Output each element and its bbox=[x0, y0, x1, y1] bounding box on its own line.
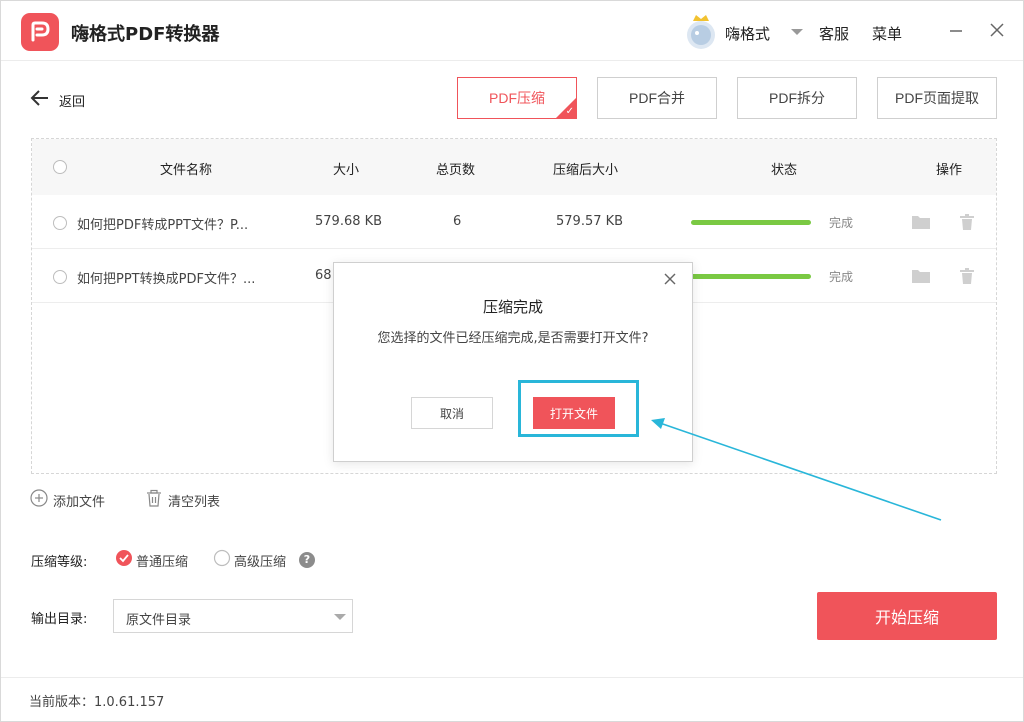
status-text: 完成 bbox=[829, 216, 854, 230]
title-bar: 嗨格式PDF转换器 嗨格式 客服 菜单 bbox=[1, 1, 1023, 61]
folder-icon[interactable] bbox=[911, 212, 931, 232]
output-dir-label: 输出目录: bbox=[31, 612, 88, 627]
tab-pdf-split[interactable]: PDF拆分 bbox=[737, 77, 857, 119]
clear-list-label: 清空列表 bbox=[168, 495, 221, 510]
user-dropdown-caret-icon[interactable] bbox=[791, 29, 803, 35]
compression-level-label: 压缩等级: bbox=[31, 555, 88, 570]
radio-checked-icon bbox=[116, 550, 132, 566]
annotation-highlight-box bbox=[518, 380, 639, 437]
select-all-radio[interactable] bbox=[53, 160, 67, 174]
option-label: 高级压缩 bbox=[234, 555, 287, 570]
clear-list-button[interactable]: 清空列表 bbox=[145, 489, 220, 510]
plus-circle-icon bbox=[30, 489, 48, 507]
add-file-label: 添加文件 bbox=[53, 495, 106, 510]
file-name: 如何把PDF转成PPT文件？P... bbox=[77, 218, 249, 233]
avatar[interactable] bbox=[683, 11, 719, 51]
output-dir-select[interactable]: 原文件目录 bbox=[113, 599, 353, 633]
col-ops: 操作 bbox=[936, 163, 963, 178]
dialog-title: 压缩完成 bbox=[482, 298, 543, 316]
table-header: 文件名称 大小 总页数 压缩后大小 状态 操作 bbox=[32, 139, 996, 195]
trash-icon[interactable] bbox=[957, 266, 977, 286]
compressed-size: 579.57 KB bbox=[556, 214, 624, 229]
footer: 当前版本：1.0.61.157 bbox=[1, 677, 1023, 721]
output-dir-value: 原文件目录 bbox=[126, 613, 192, 628]
tab-pdf-merge[interactable]: PDF合并 bbox=[597, 77, 717, 119]
radio-unchecked-icon bbox=[213, 549, 231, 567]
back-label: 返回 bbox=[59, 95, 86, 110]
close-icon[interactable] bbox=[986, 19, 1008, 41]
folder-icon[interactable] bbox=[911, 266, 931, 286]
tab-label: PDF页面提取 bbox=[895, 90, 979, 106]
table-row: 如何把PDF转成PPT文件？P... 579.68 KB 6 579.57 KB… bbox=[32, 195, 996, 249]
dialog-message: 您选择的文件已经压缩完成,是否需要打开文件? bbox=[377, 331, 649, 346]
trash-icon[interactable] bbox=[957, 212, 977, 232]
col-size: 大小 bbox=[333, 163, 360, 178]
radio-advanced-compression[interactable]: 高级压缩 bbox=[213, 549, 286, 570]
file-pages: 6 bbox=[453, 214, 462, 229]
tab-label: PDF合并 bbox=[629, 90, 685, 106]
version-text: 当前版本：1.0.61.157 bbox=[29, 695, 165, 710]
col-compressed-size: 压缩后大小 bbox=[553, 163, 619, 178]
col-status: 状态 bbox=[771, 163, 798, 178]
start-compress-button[interactable]: 开始压缩 bbox=[817, 592, 997, 640]
col-file-name: 文件名称 bbox=[160, 163, 213, 178]
app-title: 嗨格式PDF转换器 bbox=[71, 24, 220, 45]
file-size: 579.68 KB bbox=[315, 214, 383, 229]
arrow-left-icon bbox=[30, 90, 48, 106]
compress-complete-dialog: 压缩完成 您选择的文件已经压缩完成,是否需要打开文件? 取消 打开文件 bbox=[333, 262, 693, 462]
progress-bar bbox=[691, 274, 811, 279]
back-button[interactable]: 返回 bbox=[29, 87, 85, 110]
trash-outline-icon bbox=[147, 489, 161, 507]
app-logo-icon bbox=[21, 13, 59, 51]
dialog-close-icon[interactable] bbox=[662, 271, 678, 287]
option-label: 普通压缩 bbox=[136, 555, 189, 570]
add-file-button[interactable]: 添加文件 bbox=[30, 489, 105, 510]
tab-pdf-page-extract[interactable]: PDF页面提取 bbox=[877, 77, 997, 119]
customer-service-link[interactable]: 客服 bbox=[819, 23, 849, 44]
chevron-down-icon bbox=[334, 614, 346, 620]
help-icon[interactable]: ? bbox=[299, 552, 315, 568]
menu-link[interactable]: 菜单 bbox=[872, 23, 902, 44]
progress-bar bbox=[691, 220, 811, 225]
check-icon: ✓ bbox=[565, 106, 574, 117]
file-name: 如何把PPT转换成PDF文件？... bbox=[77, 272, 256, 287]
row-select-radio[interactable] bbox=[53, 216, 67, 230]
row-select-radio[interactable] bbox=[53, 270, 67, 284]
tab-label: PDF压缩 bbox=[489, 90, 545, 106]
app-window: 嗨格式PDF转换器 嗨格式 客服 菜单 返回 PDF压缩 ✓ PDF合并 PDF… bbox=[0, 0, 1024, 722]
file-size: 68 bbox=[315, 268, 332, 283]
dialog-cancel-button[interactable]: 取消 bbox=[411, 397, 493, 429]
username[interactable]: 嗨格式 bbox=[725, 23, 770, 44]
tab-label: PDF拆分 bbox=[769, 90, 825, 106]
tab-pdf-compress[interactable]: PDF压缩 ✓ bbox=[457, 77, 577, 119]
status-text: 完成 bbox=[829, 270, 854, 284]
radio-normal-compression[interactable]: 普通压缩 bbox=[115, 549, 188, 570]
col-pages: 总页数 bbox=[436, 163, 476, 178]
minimize-icon[interactable] bbox=[945, 19, 967, 41]
